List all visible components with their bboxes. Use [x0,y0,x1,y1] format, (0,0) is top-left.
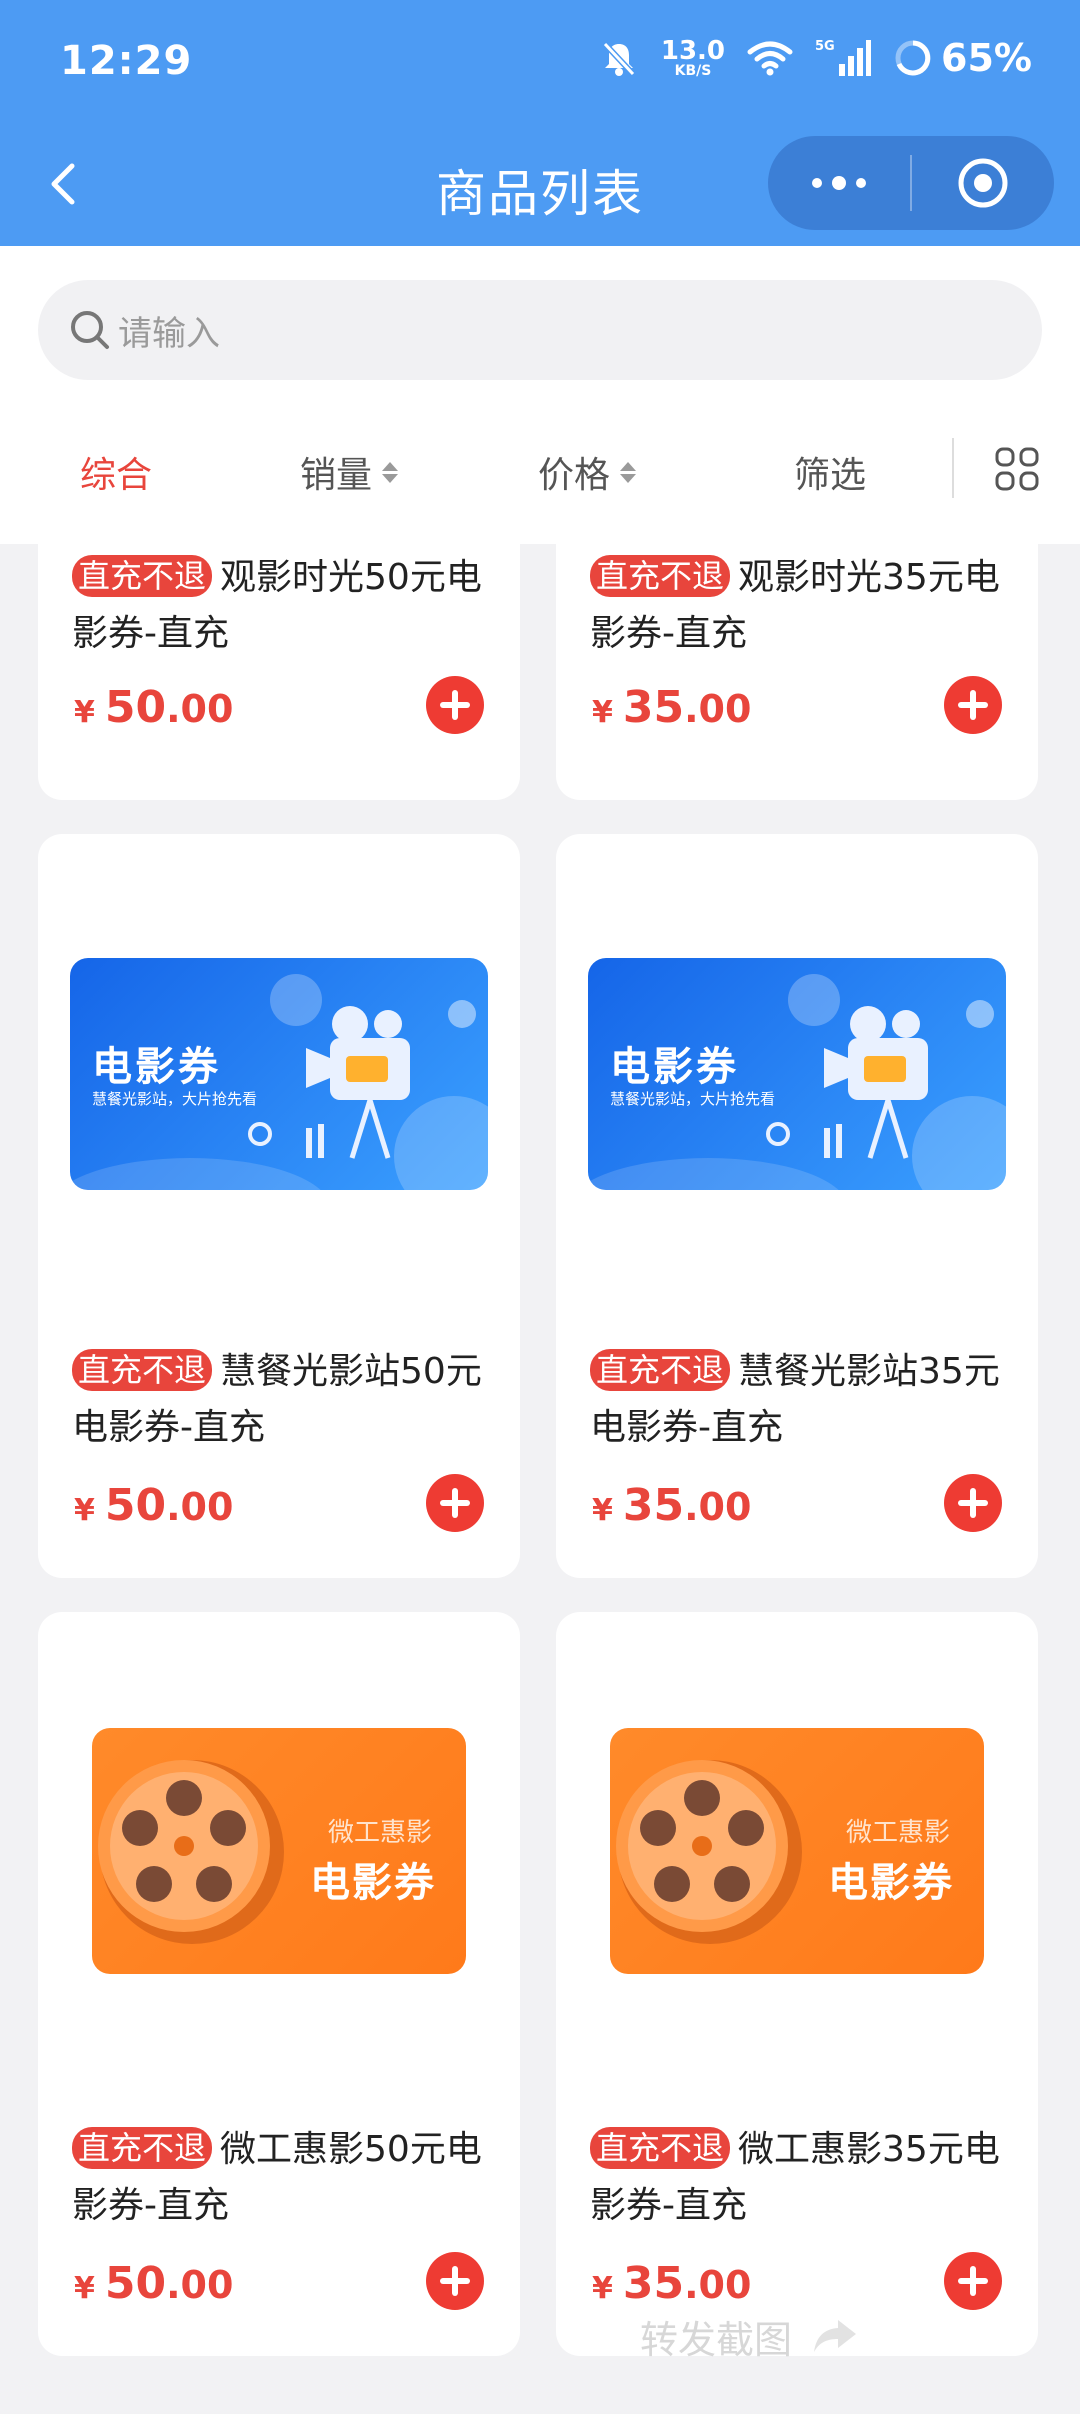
price-integer: 35 [622,1480,685,1531]
no-refund-tag: 直充不退 [590,2127,731,2169]
currency-symbol: ¥ [592,1493,613,1528]
battery: 65% [893,36,1032,80]
product-card[interactable]: 直充不退 观影时光50元电影券-直充 ¥ 50 .00 [38,544,520,800]
currency-symbol: ¥ [74,1493,95,1528]
status-bar: 12:29 13.0 KB/S 5G 65% [0,0,1080,126]
banner-subtitle: 慧餐光影站，大片抢先看 [610,1090,776,1108]
price-integer: 50 [104,682,167,733]
add-to-cart-button[interactable] [426,676,484,734]
tab-comprehensive[interactable]: 综合 [80,446,152,498]
banner-title: 电影券 [610,1044,739,1090]
currency-symbol: ¥ [74,2271,95,2306]
currency-symbol: ¥ [74,695,95,730]
banner-subtitle: 微工惠影 [327,1818,432,1848]
tab-sales-label: 销量 [300,455,373,496]
price-decimal: .00 [166,687,234,731]
net-speed: 13.0 KB/S [661,38,725,78]
banner-subtitle: 微工惠影 [845,1818,950,1848]
banner-title: 电影券 [828,1860,954,1906]
nav-bar: 商品列表 [0,130,1080,240]
sort-icon [382,461,399,483]
wifi-icon [747,41,793,76]
product-price: ¥ 50 .00 [74,682,233,733]
currency-symbol: ¥ [592,2271,613,2306]
filter-tabs: 综合 销量 价格 筛选 [0,416,1080,516]
mute-icon [602,41,636,77]
more-dot-icon [832,176,846,190]
net-speed-unit: KB/S [674,63,712,79]
product-card[interactable]: 微工惠影 电影券 直充不退 微工惠影35元电影券-直充 ¥ 35 .00 [556,1612,1038,2356]
price-integer: 50 [104,2258,167,2309]
no-refund-tag: 直充不退 [72,1349,213,1391]
product-card[interactable]: 电影券 慧餐光影站，大片抢先看 直充不退 慧餐光影站35元电影券-直充 ¥ 35 … [556,834,1038,1578]
price-integer: 35 [622,682,685,733]
tab-filter[interactable]: 筛选 [794,446,866,498]
product-image: 电影券 慧餐光影站，大片抢先看 [70,958,488,1190]
search-filter-bar: 请输入 综合 销量 价格 筛选 [0,246,1080,544]
product-name: 直充不退 微工惠影50元电影券-直充 [72,2122,490,2234]
search-input[interactable]: 请输入 [38,280,1042,380]
product-name: 直充不退 慧餐光影站50元电影券-直充 [72,1344,490,1456]
signal-icon: 5G [815,39,872,76]
share-arrow-icon [814,2320,857,2352]
product-card[interactable]: 微工惠影 电影券 直充不退 微工惠影50元电影券-直充 ¥ 50 .00 [38,1612,520,2356]
battery-percent: 65% [941,36,1032,80]
grid-view-icon[interactable] [994,446,1040,492]
status-time: 12:29 [60,38,193,84]
mini-program-capsule [768,136,1054,230]
product-name: 直充不退 观影时光35元电影券-直充 [590,550,1008,662]
currency-symbol: ¥ [592,695,613,730]
tab-price-label: 价格 [538,455,611,496]
more-dot-icon [812,178,822,188]
price-decimal: .00 [684,687,752,731]
more-button[interactable] [768,176,910,190]
share-screenshot-overlay[interactable]: 转发截图 [640,2288,1000,2384]
battery-ring-icon [895,40,931,76]
banner-subtitle: 慧餐光影站，大片抢先看 [92,1090,258,1108]
product-card[interactable]: 电影券 慧餐光影站，大片抢先看 直充不退 慧餐光影站50元电影券-直充 ¥ 50 … [38,834,520,1578]
price-integer: 50 [104,1480,167,1531]
product-card[interactable]: 直充不退 观影时光35元电影券-直充 ¥ 35 .00 [556,544,1038,800]
product-price: ¥ 35 .00 [592,682,751,733]
product-price: ¥ 50 .00 [74,2258,233,2309]
product-image: 微工惠影 电影券 [610,1728,984,1974]
price-decimal: .00 [166,2263,234,2307]
tab-sales[interactable]: 销量 [300,446,399,498]
product-name: 直充不退 慧餐光影站35元电影券-直充 [590,1344,1008,1456]
close-button[interactable] [912,157,1054,209]
product-name: 直充不退 观影时光50元电影券-直充 [72,550,490,662]
status-icons: 13.0 KB/S 5G 65% [599,36,1032,80]
no-refund-tag: 直充不退 [590,555,731,597]
add-to-cart-button[interactable] [944,676,1002,734]
search-placeholder: 请输入 [118,313,220,354]
tab-comprehensive-label: 综合 [80,455,153,496]
no-refund-tag: 直充不退 [72,555,213,597]
net-speed-value: 13.0 [660,36,726,66]
price-decimal: .00 [166,1485,234,1529]
add-to-cart-button[interactable] [944,1474,1002,1532]
banner-title: 电影券 [92,1044,221,1090]
signal-label: 5G [815,39,835,54]
product-image: 微工惠影 电影券 [92,1728,466,1974]
price-decimal: .00 [684,1485,752,1529]
add-to-cart-button[interactable] [426,2252,484,2310]
banner-title: 电影券 [310,1860,436,1906]
no-refund-tag: 直充不退 [72,2127,213,2169]
tab-filter-label: 筛选 [794,455,867,496]
product-grid: 直充不退 观影时光50元电影券-直充 ¥ 50 .00 直充不退 观影时光35元电影… [0,544,1080,2414]
tab-price[interactable]: 价格 [538,446,637,498]
add-to-cart-button[interactable] [426,1474,484,1532]
product-image: 电影券 慧餐光影站，大片抢先看 [588,958,1006,1190]
product-price: ¥ 35 .00 [592,1480,751,1531]
more-dot-icon [856,178,866,188]
no-refund-tag: 直充不退 [590,1349,731,1391]
search-icon [71,311,109,349]
product-price: ¥ 50 .00 [74,1480,233,1531]
sort-icon [620,461,637,483]
target-close-icon [958,158,1008,208]
product-name: 直充不退 微工惠影35元电影券-直充 [590,2122,1008,2234]
divider [952,438,954,498]
share-screenshot-label: 转发截图 [640,2317,793,2362]
